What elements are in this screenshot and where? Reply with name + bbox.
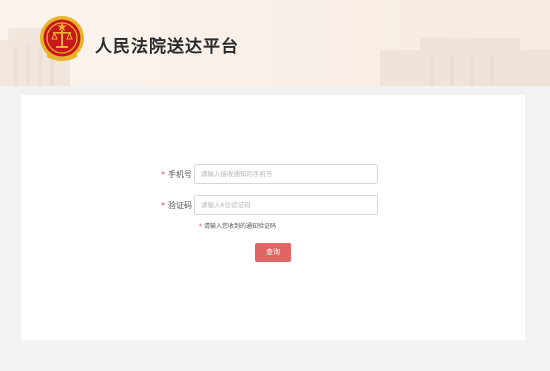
code-hint: * 请输入您收到的通知验证码 <box>199 221 276 230</box>
required-mark: * <box>161 201 165 210</box>
phone-input[interactable] <box>194 164 378 184</box>
code-label-text: 验证码 <box>168 201 192 210</box>
query-panel <box>21 95 525 340</box>
verification-code-input[interactable] <box>194 195 378 215</box>
code-label: * 验证码 <box>161 195 192 217</box>
code-hint-text: 请输入您收到的通知验证码 <box>204 223 277 230</box>
required-mark: * <box>161 170 165 179</box>
phone-label: * 手机号 <box>161 164 192 186</box>
hint-mark: * <box>199 223 202 230</box>
court-emblem-icon <box>40 16 84 61</box>
query-button[interactable]: 查询 <box>255 243 291 262</box>
phone-label-text: 手机号 <box>168 170 192 179</box>
site-title: 人民法院送达平台 <box>95 37 239 57</box>
header-banner: 人民法院送达平台 <box>0 0 550 86</box>
